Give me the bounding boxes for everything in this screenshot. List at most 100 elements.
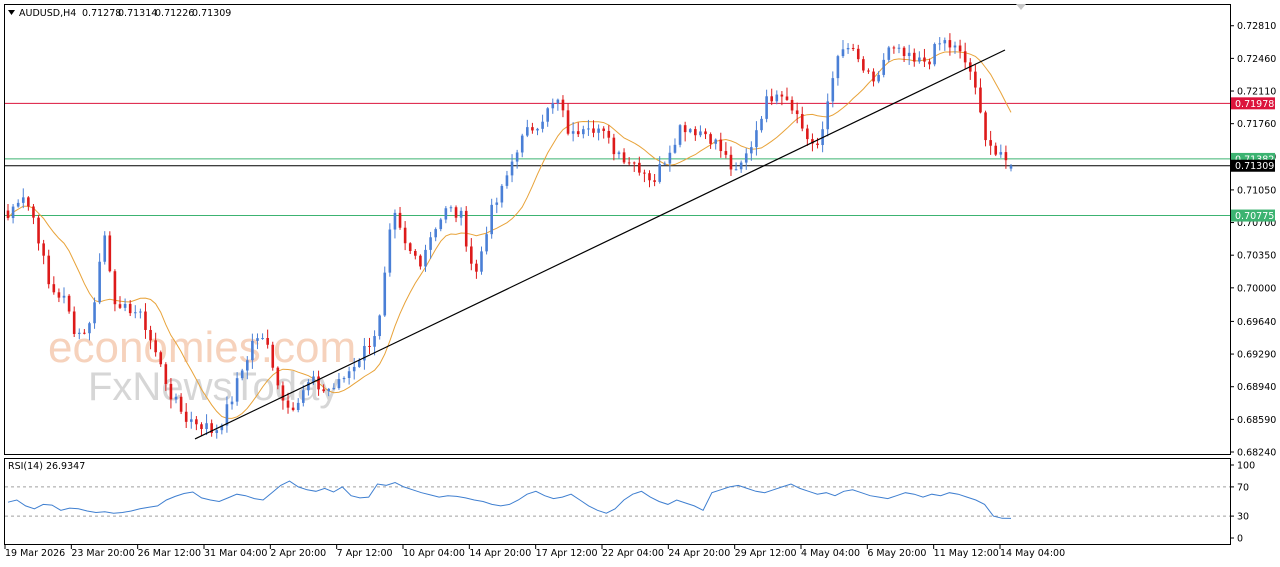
ohlc-close: 0.71309	[192, 8, 231, 19]
candle-body	[729, 154, 733, 170]
candle-body	[296, 402, 300, 411]
candle-body	[699, 131, 702, 136]
candle-body	[648, 173, 651, 181]
candle-body	[245, 360, 249, 371]
symbol-label: AUDUSD,H4	[19, 8, 76, 19]
candle-body	[806, 128, 809, 140]
candle-body	[189, 419, 193, 422]
rsi-level-label: 70	[1237, 482, 1249, 493]
candle-body	[918, 57, 921, 62]
candle-body	[475, 263, 478, 272]
candle-body	[541, 121, 544, 129]
candle-body	[734, 169, 738, 171]
candle-body	[225, 404, 229, 426]
time-tick-label: 29 Apr 12:00	[735, 548, 797, 559]
candle-body	[668, 152, 672, 164]
candle-body	[337, 379, 341, 389]
candle-body	[566, 110, 570, 134]
candle-body	[149, 329, 152, 341]
candle-body	[27, 197, 30, 207]
time-tick-label: 10 Apr 04:00	[403, 548, 465, 559]
candle-body	[179, 396, 183, 412]
candle-body	[836, 56, 840, 79]
price-tick-label: 0.72110	[1237, 87, 1276, 98]
candle-body	[658, 164, 661, 182]
candle-body	[653, 180, 656, 182]
candle-body	[556, 99, 560, 104]
watermark-fxnewstoday: FxNewsToday	[88, 365, 339, 409]
candle-body	[856, 48, 860, 60]
candle-body	[638, 162, 641, 173]
rsi-panel-frame	[4, 458, 1231, 545]
candle-body	[322, 389, 325, 392]
price-tick-label: 0.70000	[1237, 283, 1276, 294]
candle-body	[571, 131, 575, 134]
candle-body	[154, 340, 157, 353]
candle-body	[403, 227, 407, 244]
candle-body	[118, 304, 122, 308]
candle-body	[510, 161, 514, 176]
price-tick-label: 0.70350	[1237, 251, 1276, 262]
candle-body	[643, 172, 646, 174]
candle-body	[994, 145, 998, 155]
price-tick-label: 0.71050	[1237, 185, 1276, 196]
candle-body	[892, 47, 896, 49]
candle-body	[928, 61, 931, 65]
time-tick-label: 23 Mar 20:00	[71, 548, 134, 559]
candle-body	[607, 130, 611, 138]
rsi-level-label: 100	[1237, 461, 1255, 472]
candle-body	[251, 340, 254, 361]
candle-body	[709, 134, 712, 144]
candle-body	[408, 243, 412, 251]
candle-body	[133, 312, 137, 314]
candle-body	[867, 70, 870, 72]
candle-body	[464, 210, 468, 247]
rsi-label: RSI(14) 26.9347	[8, 461, 85, 472]
candle-body	[846, 47, 850, 50]
candle-body	[174, 396, 178, 400]
candle-body	[505, 175, 509, 186]
price-chart: economies.com FxNewsToday AUDUSD,H4 0.71…	[4, 4, 1276, 559]
time-tick-label: 7 Apr 12:00	[337, 548, 393, 559]
candle-body	[561, 99, 565, 111]
candle-body	[281, 385, 285, 401]
candle-body	[627, 162, 631, 164]
price-tick-label: 0.69290	[1237, 350, 1276, 361]
candle-body	[108, 235, 112, 272]
candle-body	[123, 303, 127, 308]
candle-body	[98, 261, 101, 303]
candle-body	[999, 152, 1003, 155]
candle-body	[164, 364, 168, 384]
candle-body	[459, 210, 463, 218]
candle-body	[597, 128, 600, 133]
price-tick-label: 0.68590	[1237, 415, 1276, 426]
price-tag-label: 0.71978	[1235, 99, 1274, 110]
candle-body	[57, 292, 61, 298]
price-tag-label: 0.70775	[1235, 211, 1274, 222]
candle-body	[21, 197, 25, 203]
candle-body	[373, 336, 376, 347]
candle-body	[724, 151, 728, 155]
candle-body	[882, 59, 886, 75]
candle-body	[933, 44, 936, 65]
candle-body	[383, 272, 387, 316]
candle-body	[551, 103, 555, 109]
candle-body	[159, 352, 163, 365]
time-tick-label: 22 Apr 04:00	[602, 548, 664, 559]
ohlc-low: 0.71226	[155, 8, 194, 19]
candle-body	[128, 303, 132, 314]
candle-body	[276, 367, 280, 386]
candle-body	[943, 40, 947, 44]
candle-body	[184, 411, 188, 422]
candle-body	[958, 45, 962, 52]
candle-body	[444, 208, 448, 220]
candle-body	[546, 108, 549, 122]
candle-body	[719, 139, 723, 152]
time-tick-label: 31 Mar 04:00	[204, 548, 267, 559]
candle-body	[897, 47, 901, 49]
price-tick-label: 0.71760	[1237, 119, 1276, 130]
candle-body	[750, 147, 753, 154]
candle-body	[378, 315, 381, 337]
candle-body	[235, 378, 239, 402]
candle-body	[347, 371, 351, 378]
